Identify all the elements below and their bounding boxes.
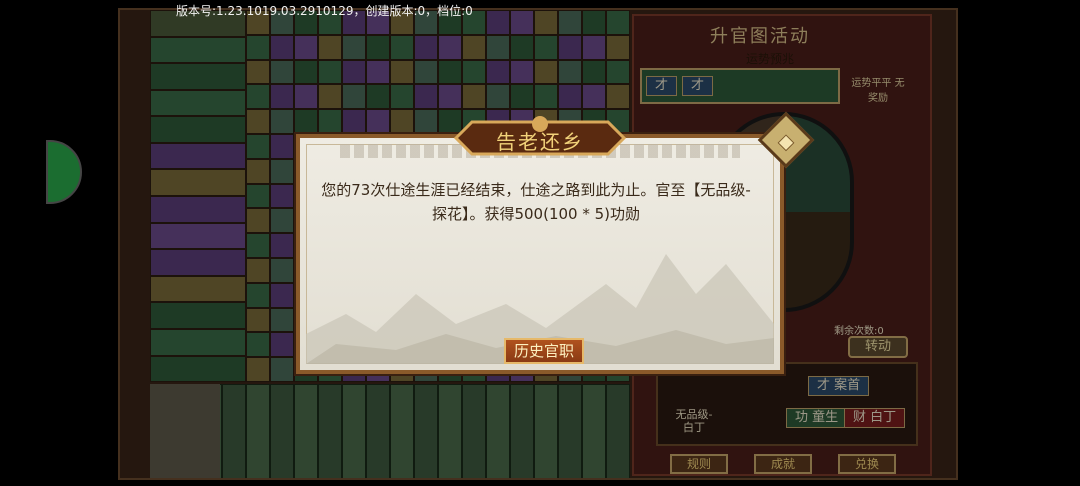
- history-positions-button[interactable]: 历史官职: [504, 338, 584, 364]
- dialog-message: 您的73次仕途生涯已经结束，仕途之路到此为止。官至【无品级-探花】。获得500(…: [321, 181, 751, 223]
- version-info: 版本号:1.23.1019.03.2910129，创建版本:0，档位:0: [176, 4, 473, 18]
- dialog-title-banner: 告老还乡: [452, 116, 628, 160]
- retirement-dialog: 告老还乡 您的73次仕途生涯已经结束，仕途之路到此为止。官至【无品级-探花】。获…: [296, 111, 815, 374]
- dialog-title: 告老还乡: [496, 130, 584, 154]
